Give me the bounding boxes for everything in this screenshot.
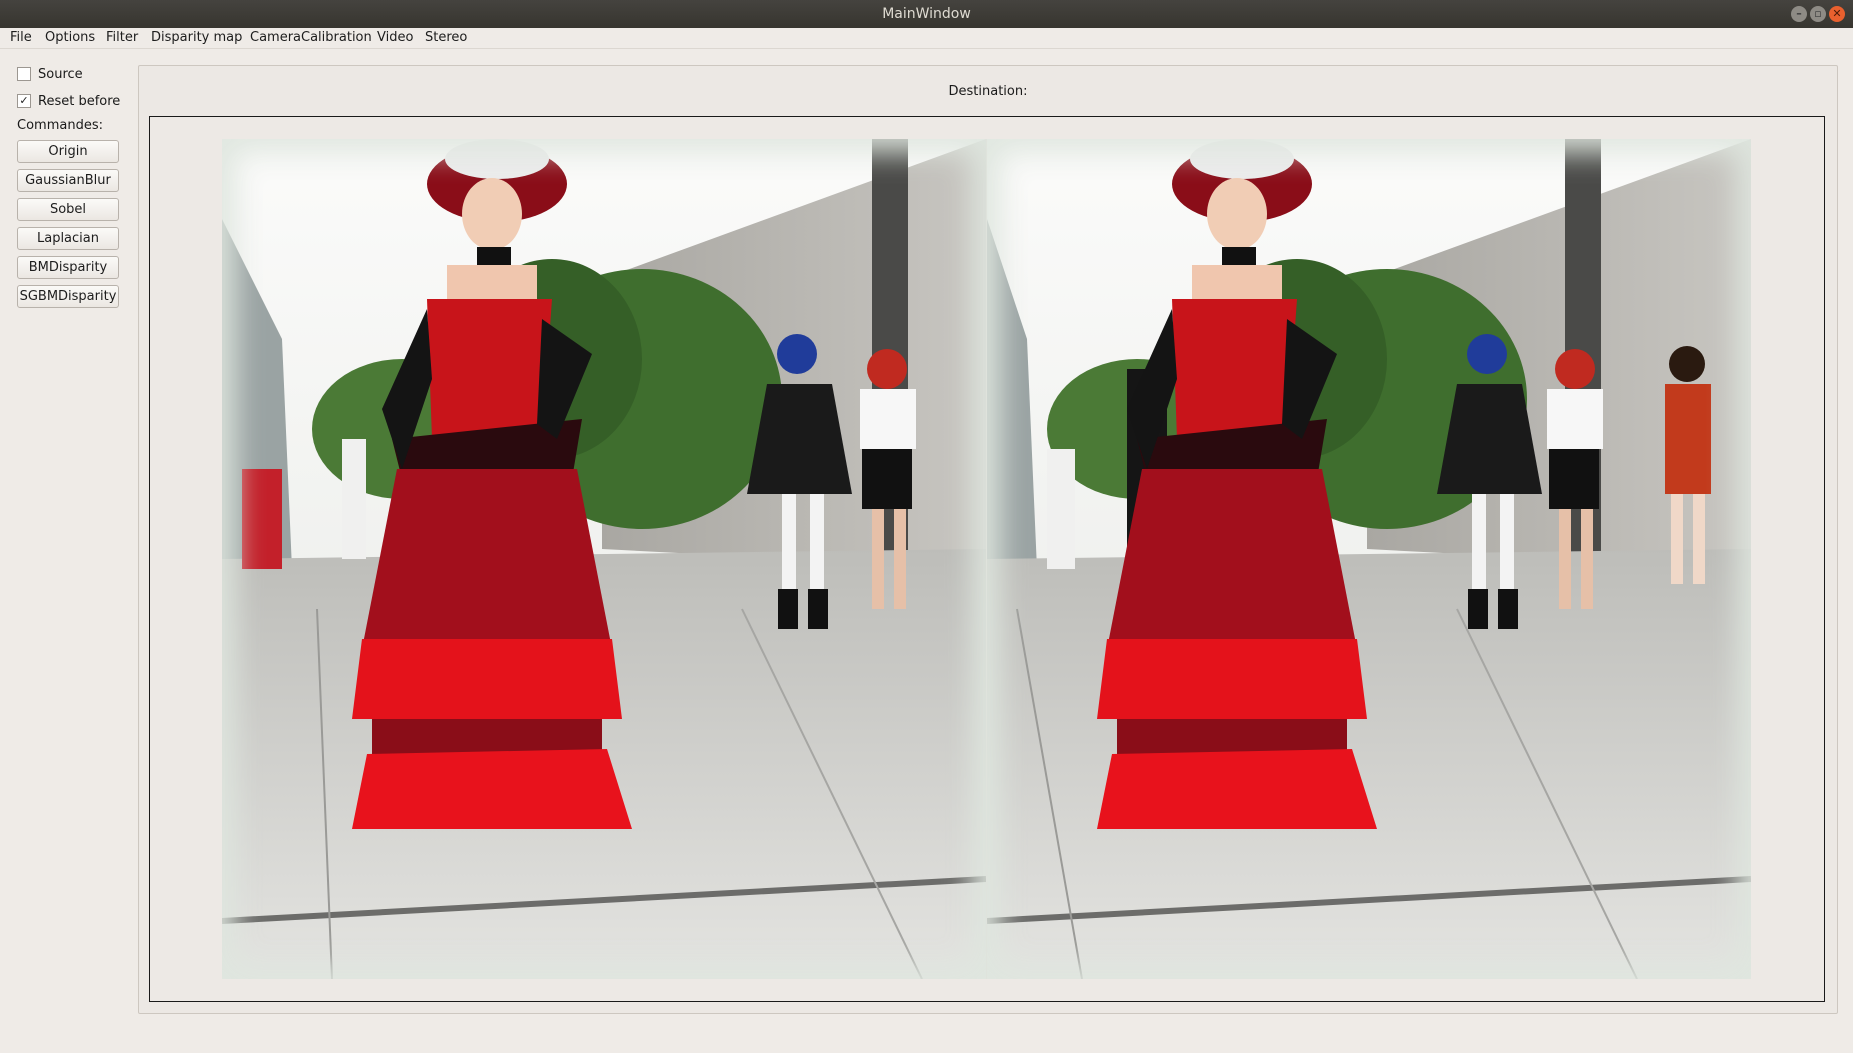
menu-camera-calibration[interactable]: CameraCalibration <box>250 28 372 48</box>
close-icon[interactable]: ✕ <box>1829 6 1845 22</box>
left-stereo-image <box>222 139 986 979</box>
minimize-icon[interactable]: – <box>1791 6 1807 22</box>
menu-video[interactable]: Video <box>377 28 413 48</box>
menu-options[interactable]: Options <box>45 28 95 48</box>
source-checkbox-box[interactable] <box>17 66 31 81</box>
menu-disparity-map[interactable]: Disparity map <box>151 28 242 48</box>
gaussian-blur-button[interactable]: GaussianBlur <box>17 169 119 192</box>
destination-label: Destination: <box>948 84 1028 99</box>
menu-file[interactable]: File <box>10 28 32 48</box>
reset-before-checkbox-box[interactable]: ✓ <box>17 93 31 108</box>
reset-before-checkbox[interactable]: ✓ Reset before <box>17 93 120 111</box>
sgbm-disparity-button[interactable]: SGBMDisparity <box>17 285 119 308</box>
stereo-image-pair <box>222 139 1751 979</box>
commandes-label: Commandes: <box>17 118 103 133</box>
right-stereo-image <box>987 139 1751 979</box>
reset-before-checkbox-label: Reset before <box>38 94 121 109</box>
title-bar: MainWindow – ▫ ✕ <box>0 0 1853 28</box>
window-title: MainWindow <box>882 6 971 22</box>
menu-bar: File Options Filter Disparity map Camera… <box>0 28 1853 49</box>
laplacian-button[interactable]: Laplacian <box>17 227 119 250</box>
origin-button[interactable]: Origin <box>17 140 119 163</box>
source-checkbox[interactable]: Source <box>17 66 83 84</box>
sobel-button[interactable]: Sobel <box>17 198 119 221</box>
source-checkbox-label: Source <box>38 67 83 82</box>
bm-disparity-button[interactable]: BMDisparity <box>17 256 119 279</box>
menu-stereo[interactable]: Stereo <box>425 28 467 48</box>
maximize-icon[interactable]: ▫ <box>1810 6 1826 22</box>
menu-filter[interactable]: Filter <box>106 28 138 48</box>
